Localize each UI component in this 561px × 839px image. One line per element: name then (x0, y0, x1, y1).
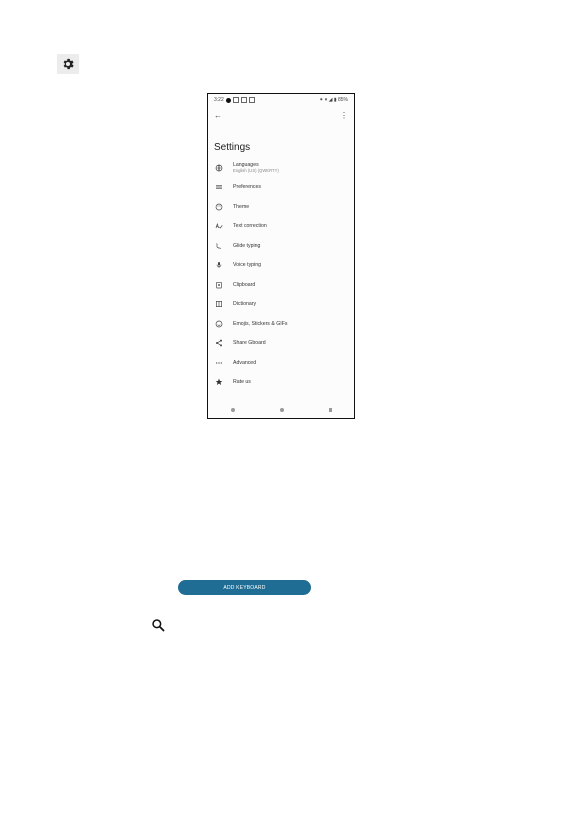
menu-item-clipboard[interactable]: Clipboard (214, 275, 350, 295)
back-arrow-icon[interactable]: ← (214, 112, 222, 120)
menu-item-label: Emojis, Stickers & GIFs (233, 320, 288, 327)
clipboard-icon (214, 280, 224, 290)
menu-item-advanced[interactable]: Advanced (214, 353, 350, 373)
menu-item-rate-us[interactable]: Rate us (214, 373, 350, 393)
book-icon (214, 299, 224, 309)
menu-item-dictionary[interactable]: Dictionary (214, 295, 350, 315)
settings-gear-icon (57, 54, 79, 74)
dots-icon (214, 358, 224, 368)
menu-item-label: Share Gboard (233, 340, 266, 347)
gear-icon (63, 58, 74, 70)
add-keyboard-button[interactable]: ADD KEYBOARD (178, 580, 311, 595)
globe-icon (214, 163, 224, 173)
notification-icon (248, 97, 255, 103)
menu-item-label: Preferences (233, 184, 261, 191)
menu-item-label: Voice typing (233, 262, 261, 269)
menu-item-label: Advanced (233, 359, 257, 366)
menu-item-text-correction[interactable]: Text correction (214, 217, 350, 237)
menu-item-emojis[interactable]: Emojis, Stickers & GIFs (214, 314, 350, 334)
menu-item-label: Rate us (233, 379, 251, 386)
nav-back-icon[interactable] (230, 408, 235, 412)
mic-icon (214, 260, 224, 270)
star-icon (214, 377, 224, 387)
app-bar: ← ⋮ (214, 111, 348, 121)
menu-item-share-gboard[interactable]: Share Gboard (214, 334, 350, 354)
menu-item-languages[interactable]: Languages English (US) (QWERTY) (214, 158, 350, 178)
status-indicators: ⁕ ▾ ◢ ▮ 85% (319, 97, 348, 103)
text-correction-icon (214, 221, 224, 231)
notification-icon (232, 97, 239, 103)
notification-icon (240, 97, 247, 103)
notification-dot-icon (225, 97, 231, 103)
menu-item-label: Clipboard (233, 281, 256, 288)
nav-bar (208, 406, 354, 414)
status-time: 3:22 (214, 97, 224, 103)
menu-item-label: Text correction (233, 223, 267, 230)
menu-item-label: Glide typing (233, 242, 261, 249)
menu-item-glide-typing[interactable]: Glide typing (214, 236, 350, 256)
menu-item-theme[interactable]: Theme (214, 197, 350, 217)
menu-item-preferences[interactable]: Preferences (214, 178, 350, 198)
page-title: Settings (214, 142, 251, 153)
status-bar: 3:22 ⁕ ▾ ◢ ▮ 85% (214, 96, 348, 104)
emoji-icon (214, 319, 224, 329)
palette-icon (214, 202, 224, 212)
menu-item-sub: English (US) (QWERTY) (233, 168, 279, 174)
glide-icon (214, 241, 224, 251)
phone-screenshot: 3:22 ⁕ ▾ ◢ ▮ 85% ← ⋮ Settings Languages … (207, 93, 355, 419)
sliders-icon (214, 182, 224, 192)
nav-home-icon[interactable] (279, 408, 284, 412)
menu-item-label: Theme (233, 203, 250, 210)
settings-menu: Languages English (US) (QWERTY) Preferen… (214, 158, 350, 392)
menu-item-label: Dictionary (233, 301, 257, 308)
menu-item-voice-typing[interactable]: Voice typing (214, 256, 350, 276)
nav-recents-icon[interactable] (328, 408, 332, 412)
share-icon (214, 338, 224, 348)
more-vert-icon[interactable]: ⋮ (340, 112, 348, 120)
search-icon (151, 618, 165, 632)
